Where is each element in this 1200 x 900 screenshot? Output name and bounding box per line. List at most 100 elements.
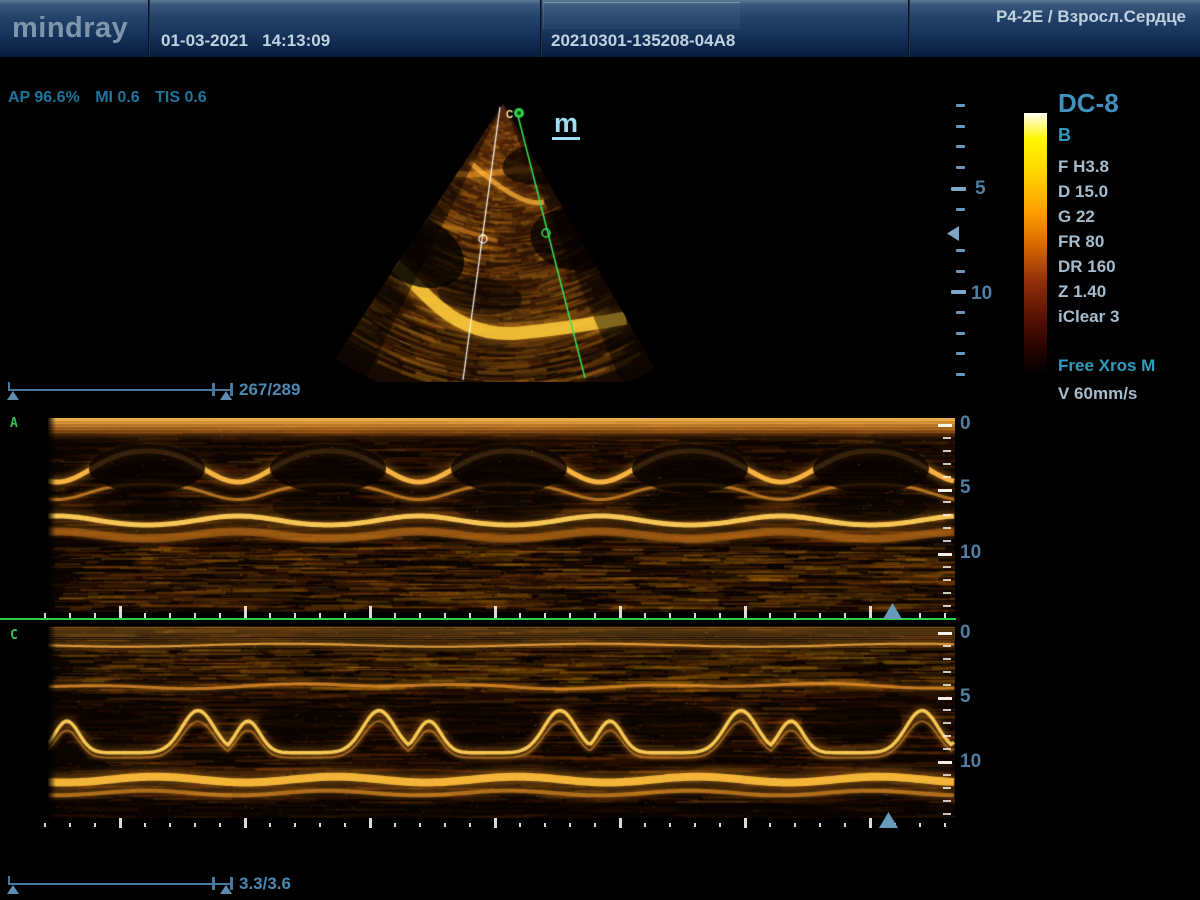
depth-tick bbox=[943, 774, 951, 776]
time-progress-bar[interactable]: 3.3/3.6 bbox=[8, 873, 318, 895]
time-tick bbox=[419, 823, 421, 827]
depth-tick bbox=[943, 709, 951, 711]
trace-c-depth-10: 10 bbox=[960, 751, 981, 773]
cine-track bbox=[8, 389, 232, 391]
time-tick bbox=[494, 818, 497, 828]
time-tick bbox=[69, 823, 71, 827]
time-tick bbox=[144, 823, 146, 827]
time-tick bbox=[594, 823, 596, 827]
time-tick bbox=[44, 823, 46, 827]
time-tick bbox=[819, 823, 821, 827]
depth-tick bbox=[938, 489, 952, 492]
depth-tick bbox=[943, 476, 951, 478]
mindray-logo: mindray bbox=[12, 12, 128, 45]
acoustic-power-value: AP 96.6% bbox=[8, 89, 80, 106]
topbar-divider bbox=[908, 0, 910, 57]
time-tick bbox=[219, 823, 221, 827]
param-frequency: F H3.8 bbox=[1058, 154, 1198, 179]
time-tick bbox=[519, 823, 521, 827]
depth-tick bbox=[956, 104, 965, 107]
time-tick bbox=[619, 818, 622, 828]
depth-tick bbox=[956, 270, 965, 273]
ultrasound-screen: mindray 01-03-2021 14:13:09 20210301-135… bbox=[0, 0, 1200, 900]
exam-id-display: 20210301-135208-04A8 bbox=[551, 31, 735, 51]
depth-tick bbox=[943, 671, 951, 673]
time-tick bbox=[719, 823, 721, 827]
b-mode-image[interactable] bbox=[320, 100, 690, 382]
depth-tick bbox=[943, 463, 951, 465]
time-tick bbox=[744, 606, 747, 618]
topbar-divider bbox=[148, 0, 150, 57]
depth-tick bbox=[951, 187, 966, 191]
depth-tick bbox=[938, 632, 952, 635]
sweep-speed-value: V 60mm/s bbox=[1058, 384, 1198, 404]
time-tick bbox=[644, 823, 646, 827]
param-dynamic-range: DR 160 bbox=[1058, 254, 1198, 279]
image-parameter-panel: DC-8 B F H3.8 D 15.0 G 22 FR 80 DR 160 Z… bbox=[1058, 88, 1198, 404]
depth-tick bbox=[943, 800, 951, 802]
trace-c-depth-0: 0 bbox=[960, 622, 971, 644]
cine-progress-bar[interactable]: 267/289 bbox=[8, 379, 318, 401]
depth-tick bbox=[943, 684, 951, 686]
time-tick bbox=[119, 818, 122, 828]
frame-counter: 267/289 bbox=[239, 380, 300, 400]
depth-tick bbox=[956, 311, 965, 314]
time-tick bbox=[544, 823, 546, 827]
depth-tick bbox=[943, 540, 951, 542]
depth-tick bbox=[943, 813, 951, 815]
depth-tick bbox=[943, 501, 951, 503]
cine-start-marker-icon[interactable] bbox=[7, 391, 19, 400]
depth-tick bbox=[956, 166, 965, 169]
time-tick bbox=[744, 818, 747, 828]
trace-a-depth-5: 5 bbox=[960, 477, 971, 499]
depth-tick bbox=[951, 290, 966, 294]
time-tick bbox=[169, 823, 171, 827]
time-tick bbox=[244, 606, 247, 618]
time-tick bbox=[794, 823, 796, 827]
acoustic-output-status: AP 96.6% MI 0.6 TIS 0.6 bbox=[8, 89, 218, 107]
param-depth: D 15.0 bbox=[1058, 179, 1198, 204]
trace-a-label: A bbox=[10, 416, 18, 431]
time-tick bbox=[844, 823, 846, 827]
depth-tick bbox=[956, 145, 965, 148]
time-start-marker-icon[interactable] bbox=[7, 885, 19, 894]
tis-value: TIS 0.6 bbox=[155, 89, 207, 106]
free-xros-m-label: Free Xros M bbox=[1058, 356, 1198, 376]
depth-tick bbox=[938, 761, 952, 764]
trace-c-depth-scale bbox=[938, 632, 956, 822]
m-mode-trace-c bbox=[48, 626, 955, 818]
probe-preset-display: P4-2E / Взросл.Сердце bbox=[996, 7, 1186, 27]
time-tick bbox=[294, 823, 296, 827]
time-tick bbox=[669, 823, 671, 827]
mi-value: MI 0.6 bbox=[95, 89, 139, 106]
time-tick bbox=[869, 818, 872, 828]
time-tick bbox=[344, 823, 346, 827]
system-name: DC-8 bbox=[1058, 88, 1198, 119]
depth-label-10: 10 bbox=[971, 283, 992, 305]
trace-a-depth-10: 10 bbox=[960, 542, 981, 564]
depth-label-5: 5 bbox=[975, 178, 986, 200]
patient-name-field[interactable] bbox=[543, 2, 740, 29]
time-tick bbox=[469, 823, 471, 827]
depth-tick bbox=[943, 579, 951, 581]
cine-start-tick bbox=[8, 382, 10, 391]
depth-tick bbox=[943, 735, 951, 737]
trace-a-depth-scale bbox=[938, 424, 956, 614]
time-tick bbox=[919, 823, 921, 827]
depth-tick bbox=[943, 605, 951, 607]
depth-tick bbox=[956, 373, 965, 376]
depth-tick bbox=[943, 514, 951, 516]
param-zoom: Z 1.40 bbox=[1058, 279, 1198, 304]
time-tick bbox=[769, 823, 771, 827]
gray-map-bar bbox=[1024, 113, 1047, 375]
depth-tick bbox=[943, 566, 951, 568]
param-gain: G 22 bbox=[1058, 204, 1198, 229]
time-end-tick bbox=[230, 877, 233, 890]
depth-tick bbox=[938, 553, 952, 556]
depth-tick bbox=[956, 208, 965, 211]
time-counter: 3.3/3.6 bbox=[239, 874, 291, 894]
time-tick bbox=[194, 823, 196, 827]
depth-ruler bbox=[950, 100, 970, 392]
time-start-tick bbox=[8, 876, 10, 885]
time-scale-ticks bbox=[0, 605, 956, 619]
